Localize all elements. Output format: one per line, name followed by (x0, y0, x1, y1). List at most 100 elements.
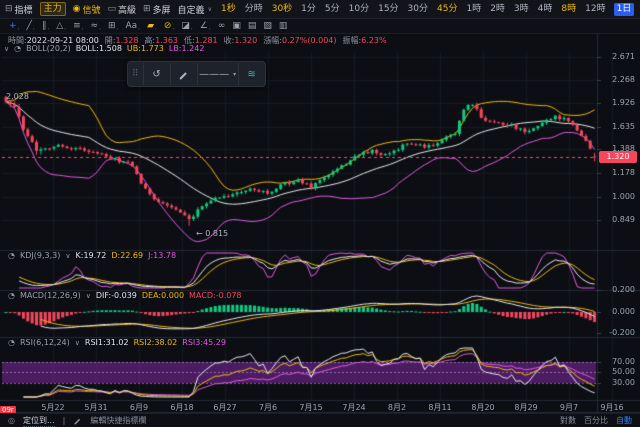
interval-2時[interactable]: 2時 (489, 3, 506, 16)
time-axis-label: 5月31 (84, 402, 107, 413)
chevron-down-icon: , (191, 23, 193, 33)
multi-screen-button[interactable]: ⊞多屏 (143, 3, 171, 16)
interval-30分[interactable]: 30分 (407, 3, 429, 16)
time-axis-label: 5月22 (41, 402, 64, 413)
lines-tool-icon: ≡ (73, 20, 81, 33)
top-toolbar: ⊟指標主力 ◉信號 ▭高級 ⊞多屏自定義∨ 1秒分時 30秒 1分 5分 10分 15分 30分 4… (0, 0, 640, 19)
rsi3-value: RSI3:45.29 (182, 338, 226, 347)
shapes-tool-icon[interactable]: △, (53, 20, 69, 33)
collapse-chevron-icon[interactable]: ∨ (4, 45, 9, 53)
interval-1日[interactable]: 1日 (614, 3, 635, 16)
edit-pencil-icon[interactable] (170, 63, 197, 85)
chevron-down-icon: , (82, 23, 84, 33)
chevron-down-icon: ∨ (208, 6, 212, 13)
advanced-button[interactable]: ▭高級 (107, 3, 136, 16)
line-style-preview: ——— (199, 69, 229, 80)
custom-button-label: 自定義 (178, 3, 205, 16)
interval-5分[interactable]: 5分 (324, 3, 341, 16)
main-force-button[interactable]: 主力 (40, 2, 66, 16)
copy-tool-icon[interactable]: ▤ (245, 20, 260, 33)
macd-header: ◔ MACD(12,26,9) ∨ DIF:-0.039 DEA:0.000 M… (8, 291, 242, 300)
kdj-name[interactable]: KDJ(9,3,3) (20, 251, 60, 260)
drag-handle[interactable]: ⠿ (128, 69, 143, 79)
multi-screen-button-label: 多屏 (153, 3, 171, 16)
main-force-button-label: 主力 (40, 2, 66, 16)
low-price-annotation: ← 0.815 (196, 229, 228, 238)
crosshair-tool-icon[interactable]: +, (6, 20, 22, 33)
channel-tool-icon[interactable]: ∥, (39, 20, 52, 33)
interval-45分[interactable]: 45分 (436, 3, 458, 16)
drawing-toolbar: +,╱,∥,△,≡,≈,⊞,Aa,▰,⊘,◪,∠,∞▣▤▧▥ (0, 19, 640, 34)
interval-1時[interactable]: 1時 (465, 3, 482, 16)
scale-auto-option[interactable]: 自動 (616, 415, 632, 426)
interval-3時[interactable]: 3時 (513, 3, 530, 16)
screenshot-tool-icon[interactable]: ▣ (229, 20, 244, 33)
indicator-loading-icon[interactable]: ◔ (14, 44, 21, 53)
pattern-tool-icon[interactable]: ∞ (215, 20, 229, 33)
chevron-down-icon[interactable]: ∨ (75, 339, 80, 347)
interval-30秒[interactable]: 30秒 (271, 3, 293, 16)
crosshair-tool-icon: + (9, 20, 17, 33)
price-axis-label: 2.268 (612, 75, 635, 84)
time-axis-label: 8月29 (514, 402, 537, 413)
multi-screen-button-icon: ⊞ (143, 4, 151, 14)
interval-15分[interactable]: 15分 (377, 3, 399, 16)
screenshot-tool-icon: ▣ (232, 20, 241, 33)
price-axis-label: 1.000 (612, 192, 635, 201)
current-price-badge: 1.320 (599, 151, 637, 163)
custom-button[interactable]: 自定義∨ (178, 3, 212, 16)
fib-tool-icon[interactable]: ⊞, (105, 20, 121, 33)
chevron-down-icon: , (64, 23, 66, 33)
line-style-select[interactable]: ——— ▾ (197, 63, 238, 85)
interval-10分[interactable]: 10分 (348, 3, 370, 16)
indicator-loading-icon[interactable]: ◔ (8, 251, 15, 260)
text-tool-icon[interactable]: Aa, (122, 20, 143, 33)
chevron-down-icon[interactable]: ∨ (65, 252, 70, 260)
indicator-loading-icon[interactable]: ◔ (8, 291, 15, 300)
interval-group: 1秒分時30秒1分5分10分15分30分45分1時2時3時4時8時12時1日2日 (220, 3, 640, 16)
kdj-header: ◔ KDJ(9,3,3) ∨ K:19.72 D:22.69 J:13.78 (8, 251, 176, 260)
ohlc-amplitude: 振幅:6.23% (343, 35, 387, 46)
interval-1秒[interactable]: 1秒 (220, 3, 237, 16)
edit-shortcut-icon[interactable] (73, 416, 82, 425)
magnet-undo-icon[interactable]: ↺ (143, 63, 170, 85)
boll-name[interactable]: BOLL(20,2) (26, 44, 71, 53)
interval-12時[interactable]: 12時 (584, 3, 606, 16)
interval-4時[interactable]: 4時 (537, 3, 554, 16)
rsi-name[interactable]: RSI(6,12,24) (20, 338, 70, 347)
time-axis-label: 9月7 (560, 402, 578, 413)
boll-mid-value: BOLL:1.508 (76, 44, 122, 53)
indicator-button-icon: ⊟ (5, 4, 13, 14)
rsi2-value: RSI2:38.02 (134, 338, 178, 347)
delete-tool-icon[interactable]: ▥ (276, 20, 291, 33)
eraser-tool-icon[interactable]: ◪, (178, 20, 195, 33)
trendline-tool-icon[interactable]: ╱, (23, 20, 37, 33)
price-axis-label: 2.671 (612, 52, 635, 61)
locate-link[interactable]: 定位到... (23, 415, 55, 427)
interval-分時[interactable]: 分時 (244, 3, 264, 16)
time-axis-label: 6月27 (213, 402, 236, 413)
scale-percent-option[interactable]: 百分比 (584, 415, 608, 426)
interval-8時[interactable]: 8時 (560, 3, 577, 16)
paint-mode-icon[interactable]: ≋ (238, 63, 265, 85)
indicator-loading-icon[interactable]: ◔ (8, 338, 15, 347)
chart-canvas[interactable] (0, 0, 640, 427)
chevron-down-icon: , (99, 23, 101, 33)
indicator-button[interactable]: ⊟指標 (5, 3, 33, 16)
highlighter-tool-icon[interactable]: ▰, (144, 20, 160, 33)
interval-1分[interactable]: 1分 (300, 3, 317, 16)
brush-tool-icon[interactable]: ⊘, (161, 20, 177, 33)
lines-tool-icon[interactable]: ≡, (70, 20, 86, 33)
chevron-down-icon[interactable]: ∨ (86, 292, 91, 300)
time-axis-label: 8月11 (428, 402, 451, 413)
edit-shortcut-link[interactable]: 編輯快捷指標欄 (90, 415, 146, 426)
edit-tool-icon[interactable]: ▧ (260, 20, 275, 33)
scale-log-option[interactable]: 對數 (560, 415, 576, 426)
signal-button[interactable]: ◉信號 (73, 3, 101, 16)
chevron-down-icon: , (117, 23, 119, 33)
pattern-tool-icon: ∞ (218, 20, 226, 33)
wave-tool-icon[interactable]: ≈, (88, 20, 104, 33)
fib-tool-icon: ⊞ (108, 20, 116, 33)
macd-name[interactable]: MACD(12,26,9) (20, 291, 81, 300)
measure-tool-icon[interactable]: ∠, (197, 20, 214, 33)
